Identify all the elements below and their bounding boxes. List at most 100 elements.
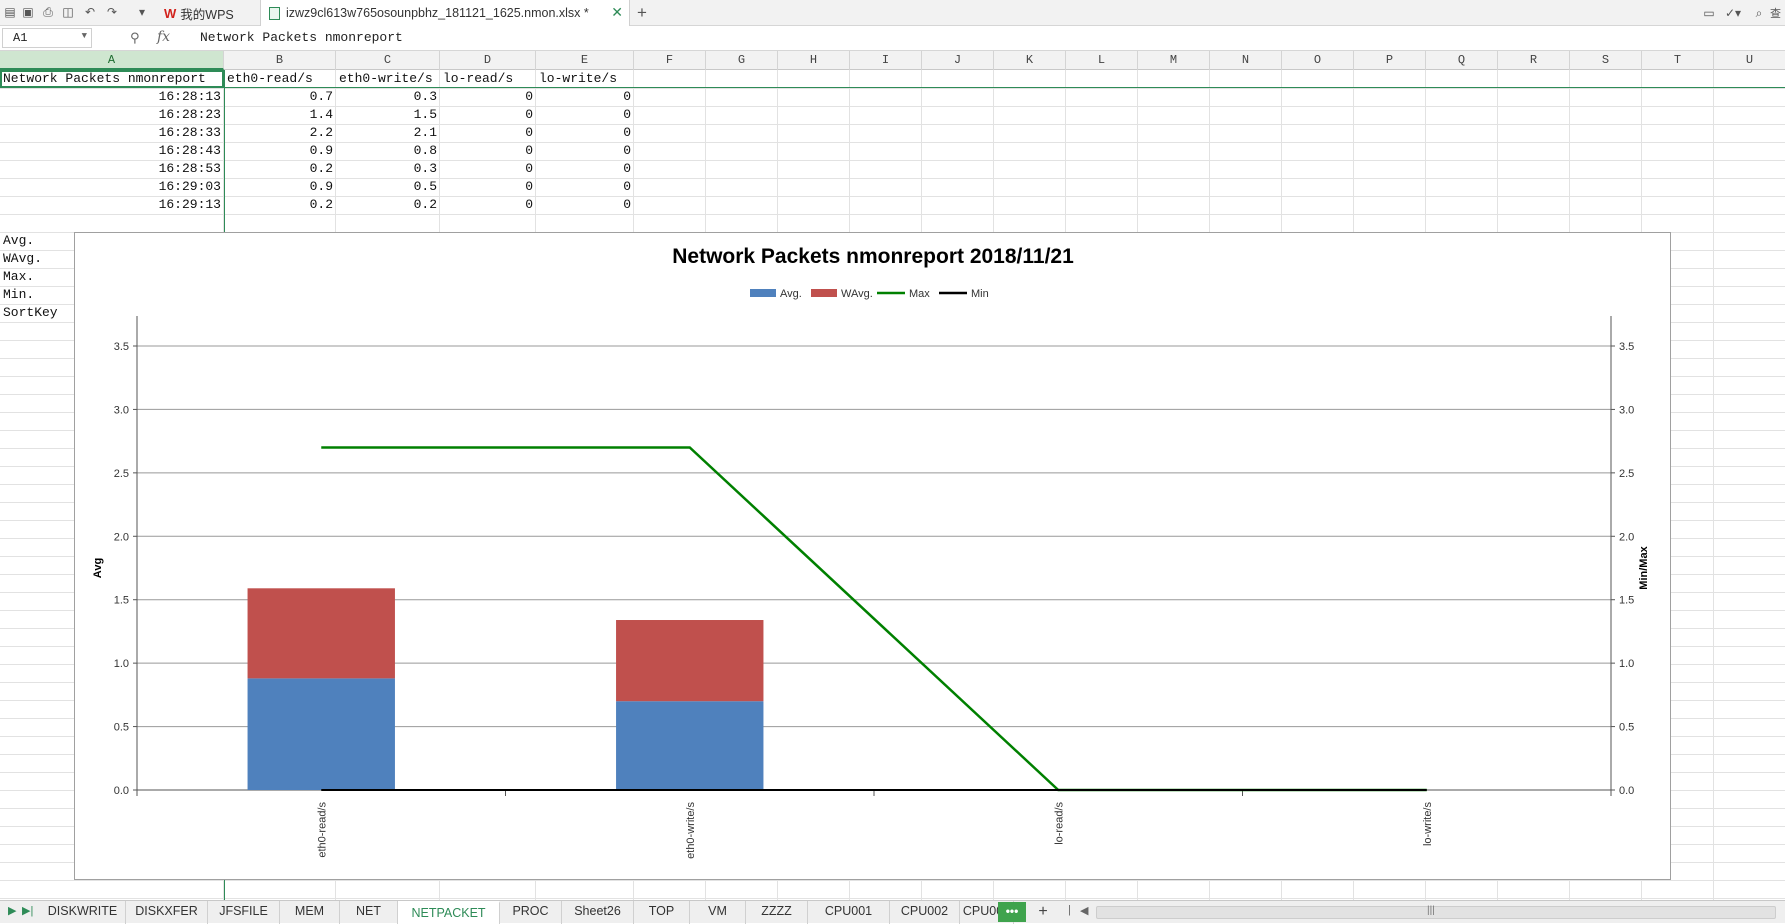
column-header-p[interactable]: P (1354, 51, 1426, 70)
chevron-down-icon[interactable]: ▾ (134, 4, 150, 20)
cell-d6[interactable]: 0 (440, 160, 536, 178)
redo-icon[interactable]: ↷ (104, 4, 120, 20)
print-preview-icon[interactable]: ◫ (60, 4, 76, 20)
sheet-tab-jfsfile[interactable]: JFSFILE (208, 901, 280, 924)
column-header-f[interactable]: F (634, 51, 706, 70)
cell-c2[interactable]: 0.3 (336, 88, 440, 106)
sheet-tab-diskxfer[interactable]: DISKXFER (126, 901, 208, 924)
settings-dropdown-icon[interactable]: ✓▾ (1724, 4, 1742, 22)
cell-e3[interactable]: 0 (536, 106, 634, 124)
scroll-left-icon[interactable]: ◀ (1080, 904, 1088, 917)
cell-a3[interactable]: 16:28:23 (0, 106, 224, 124)
close-tab-icon[interactable]: ✕ (611, 4, 623, 21)
column-header-d[interactable]: D (440, 51, 536, 70)
sheet-tab-cpu001[interactable]: CPU001 (808, 901, 890, 924)
screen-share-icon[interactable]: ▭ (1700, 4, 1718, 22)
sheet-tab-cpu002[interactable]: CPU002 (890, 901, 960, 924)
column-header-q[interactable]: Q (1426, 51, 1498, 70)
cell-a6[interactable]: 16:28:53 (0, 160, 224, 178)
cell-a5[interactable]: 16:28:43 (0, 142, 224, 160)
sheet-tab-proc[interactable]: PROC (500, 901, 562, 924)
tab-spreadsheet-file[interactable]: izwz9cl613w765osounpbhz_181121_1625.nmon… (260, 0, 630, 26)
cell-e8[interactable]: 0 (536, 196, 634, 214)
scrollbar-grip-icon[interactable]: ||| (1427, 905, 1435, 916)
column-header-j[interactable]: J (922, 51, 994, 70)
cell-c4[interactable]: 2.1 (336, 124, 440, 142)
cell-c6[interactable]: 0.3 (336, 160, 440, 178)
column-header-c[interactable]: C (336, 51, 440, 70)
more-sheets-button[interactable]: ••• (998, 902, 1026, 922)
cell-c8[interactable]: 0.2 (336, 196, 440, 214)
cell-e5[interactable]: 0 (536, 142, 634, 160)
chevron-down-icon[interactable]: ▼ (82, 31, 87, 41)
cell-e4[interactable]: 0 (536, 124, 634, 142)
column-header-h[interactable]: H (778, 51, 850, 70)
cell-b7[interactable]: 0.9 (224, 178, 336, 196)
sheet-tab-vm[interactable]: VM (690, 901, 746, 924)
sheet-tab-net[interactable]: NET (340, 901, 398, 924)
sheet-tab-mem[interactable]: MEM (280, 901, 340, 924)
cell-a2[interactable]: 16:28:13 (0, 88, 224, 106)
column-header-s[interactable]: S (1570, 51, 1642, 70)
column-header-b[interactable]: B (224, 51, 336, 70)
column-header-a[interactable]: A (0, 51, 224, 70)
new-tab-button[interactable]: + (630, 0, 654, 26)
cell-d2[interactable]: 0 (440, 88, 536, 106)
column-header-t[interactable]: T (1642, 51, 1714, 70)
formula-input[interactable]: Network Packets nmonreport (200, 30, 403, 45)
cell-b6[interactable]: 0.2 (224, 160, 336, 178)
zoom-icon[interactable]: ⚲ (130, 30, 140, 46)
cell-b8[interactable]: 0.2 (224, 196, 336, 214)
cell-c7[interactable]: 0.5 (336, 178, 440, 196)
sheet-tab-top[interactable]: TOP (634, 901, 690, 924)
column-header-m[interactable]: M (1138, 51, 1210, 70)
cell-b5[interactable]: 0.9 (224, 142, 336, 160)
column-header-k[interactable]: K (994, 51, 1066, 70)
cell-e2[interactable]: 0 (536, 88, 634, 106)
cell-d3[interactable]: 0 (440, 106, 536, 124)
column-header-u[interactable]: U (1714, 51, 1785, 70)
column-header-e[interactable]: E (536, 51, 634, 70)
cell-e7[interactable]: 0 (536, 178, 634, 196)
cell-d1[interactable]: lo-read/s (440, 70, 536, 88)
column-header-o[interactable]: O (1282, 51, 1354, 70)
cell-e6[interactable]: 0 (536, 160, 634, 178)
sheet-tab-netpacket[interactable]: NETPACKET (398, 901, 500, 924)
cell-b1[interactable]: eth0-read/s (224, 70, 336, 88)
horizontal-scrollbar[interactable]: ||| (1096, 905, 1776, 919)
sheet-tab-zzzz[interactable]: ZZZZ (746, 901, 808, 924)
cell-c1[interactable]: eth0-write/s (336, 70, 440, 88)
last-sheet-icon[interactable]: ▶| (22, 904, 33, 917)
cell-c5[interactable]: 0.8 (336, 142, 440, 160)
column-header-r[interactable]: R (1498, 51, 1570, 70)
print-icon[interactable]: ⎙ (40, 4, 56, 20)
cell-c3[interactable]: 1.5 (336, 106, 440, 124)
add-sheet-button[interactable]: + (1032, 901, 1054, 924)
tab-my-wps[interactable]: W 我的WPS (156, 0, 260, 26)
sheet-tab-sheet26[interactable]: Sheet26 (562, 901, 634, 924)
first-sheet-icon[interactable]: ▶ (8, 904, 16, 917)
cell-d8[interactable]: 0 (440, 196, 536, 214)
search-icon[interactable]: ⌕ (1752, 4, 1766, 22)
undo-icon[interactable]: ↶ (82, 4, 98, 20)
sheet-tab-diskwrite[interactable]: DISKWRITE (40, 901, 126, 924)
cell-d4[interactable]: 0 (440, 124, 536, 142)
cell-d5[interactable]: 0 (440, 142, 536, 160)
cell-b4[interactable]: 2.2 (224, 124, 336, 142)
cell-a7[interactable]: 16:29:03 (0, 178, 224, 196)
cell-d7[interactable]: 0 (440, 178, 536, 196)
function-icon[interactable]: fx (157, 29, 170, 45)
new-file-icon[interactable]: ▣ (20, 4, 36, 20)
name-box[interactable]: A1 ▼ (2, 28, 92, 48)
search-label[interactable]: 查 (1766, 4, 1785, 22)
cell-a4[interactable]: 16:28:33 (0, 124, 224, 142)
selected-cell-a1[interactable] (0, 70, 224, 88)
column-header-n[interactable]: N (1210, 51, 1282, 70)
menu-icon[interactable]: ▤ (2, 4, 18, 20)
column-header-g[interactable]: G (706, 51, 778, 70)
cell-b3[interactable]: 1.4 (224, 106, 336, 124)
cell-e1[interactable]: lo-write/s (536, 70, 634, 88)
cell-b2[interactable]: 0.7 (224, 88, 336, 106)
column-header-i[interactable]: I (850, 51, 922, 70)
network-packets-chart[interactable]: Network Packets nmonreport 2018/11/21 Avg… (74, 232, 1671, 880)
